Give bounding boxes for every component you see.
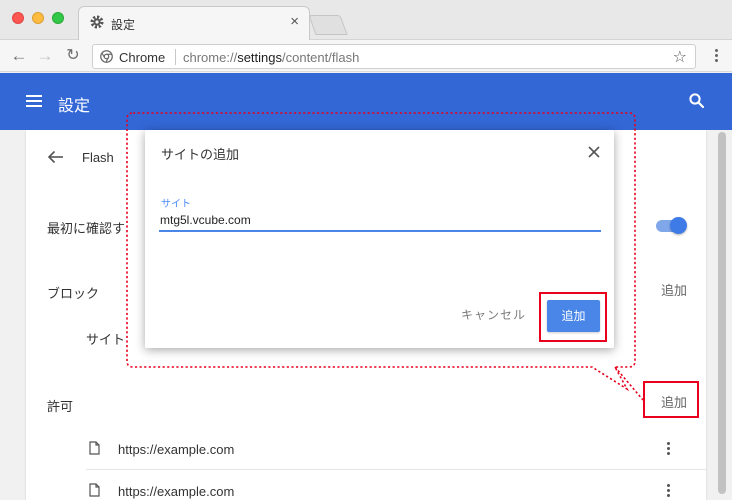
hamburger-menu-icon[interactable] <box>26 95 42 107</box>
browser-menu-icon[interactable] <box>708 47 724 65</box>
address-bar[interactable]: Chrome chrome://settings/content/flash ☆ <box>92 44 696 69</box>
toggle-knob <box>670 217 687 234</box>
more-actions-icon[interactable] <box>664 484 672 500</box>
flash-page-title: Flash <box>82 150 114 165</box>
file-icon <box>89 483 100 497</box>
file-icon <box>89 441 100 455</box>
block-site-placeholder: サイト <box>86 332 126 347</box>
page-title: 設定 <box>58 98 91 115</box>
block-add-button[interactable]: 追加 <box>661 280 687 299</box>
bookmark-star-icon[interactable]: ☆ <box>673 47 687 67</box>
url-text[interactable]: chrome://settings/content/flash <box>183 50 359 65</box>
forward-arrow-icon[interactable]: → <box>34 45 56 67</box>
allowed-site-row[interactable]: https://example.com <box>86 472 706 500</box>
url-host: settings <box>237 50 282 65</box>
back-arrow-icon[interactable]: ← <box>8 45 30 67</box>
block-section-label: ブロック <box>47 286 100 301</box>
scrollbar[interactable] <box>718 132 726 494</box>
minimize-window-button[interactable] <box>32 12 44 24</box>
site-url: https://example.com <box>118 484 235 499</box>
tab-close-icon[interactable]: × <box>290 13 299 30</box>
reload-icon[interactable]: ↻ <box>62 45 84 67</box>
site-field-label: サイト <box>161 199 191 210</box>
gear-icon <box>90 15 104 29</box>
dialog-title: サイトの追加 <box>161 147 240 162</box>
close-icon[interactable] <box>588 146 600 158</box>
url-scheme-label: Chrome <box>119 50 166 65</box>
cancel-button[interactable]: キャンセル <box>461 306 526 323</box>
new-tab-button[interactable] <box>308 15 348 35</box>
settings-header: 設定 <box>0 73 732 130</box>
allow-section-label: 許可 <box>47 399 74 414</box>
chrome-logo-icon <box>100 50 113 63</box>
ask-first-label: 最初に確認す <box>47 221 126 236</box>
window-titlebar: 設定 × <box>0 0 732 40</box>
allowed-site-row[interactable]: https://example.com <box>86 430 706 470</box>
browser-tab-settings[interactable]: 設定 × <box>78 6 310 40</box>
back-arrow-icon[interactable] <box>47 150 65 164</box>
add-button-highlight-box <box>539 292 607 342</box>
search-icon[interactable] <box>688 92 706 110</box>
url-path: /content/flash <box>282 50 360 65</box>
ask-first-toggle[interactable] <box>656 217 687 234</box>
url-separator <box>175 49 176 65</box>
browser-toolbar: ← → ↻ Chrome chrome://settings/content/f… <box>0 40 732 72</box>
site-input[interactable] <box>159 210 601 232</box>
site-url: https://example.com <box>118 442 235 457</box>
more-actions-icon[interactable] <box>664 442 672 458</box>
zoom-window-button[interactable] <box>52 12 64 24</box>
close-window-button[interactable] <box>12 12 24 24</box>
url-prefix: chrome:// <box>183 50 238 65</box>
allow-add-highlight-box <box>643 381 699 418</box>
tab-title: 設定 <box>111 18 136 32</box>
